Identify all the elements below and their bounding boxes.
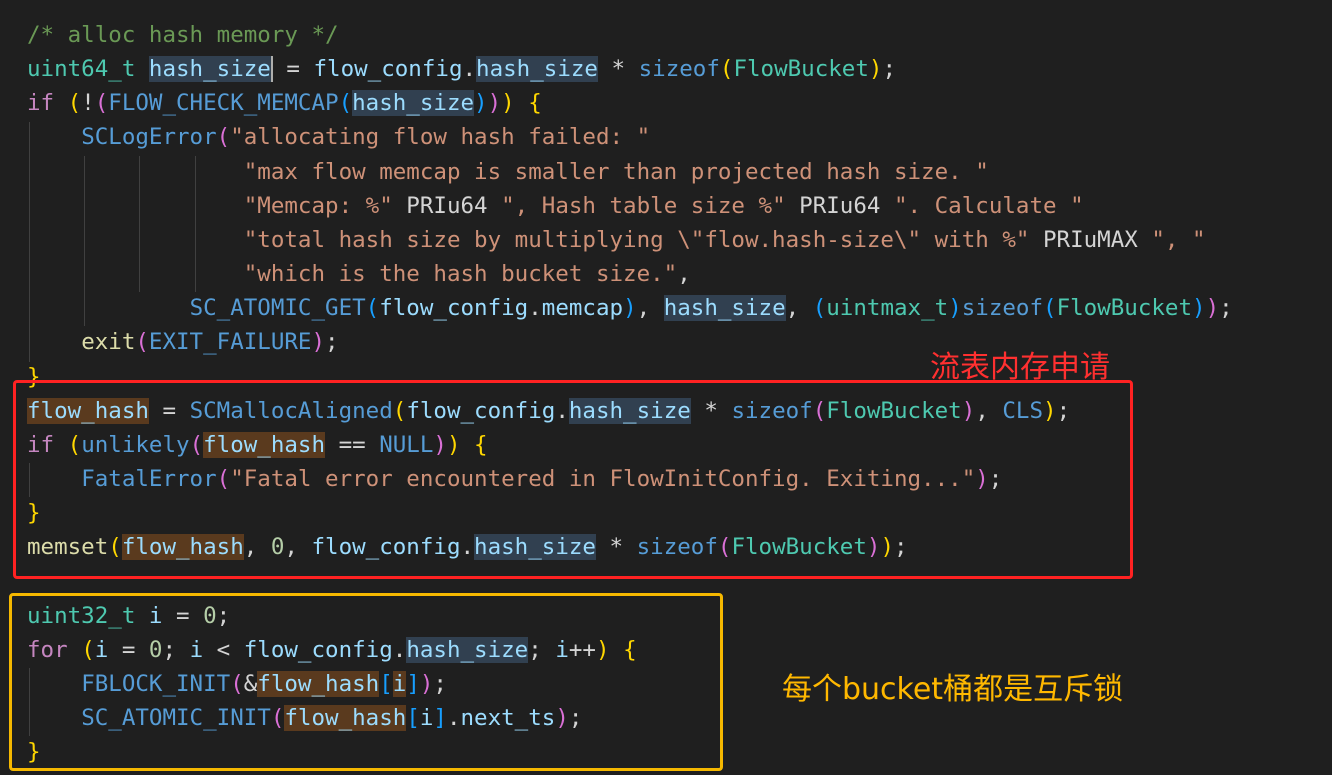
code-token: ( xyxy=(67,90,82,117)
code-token: ) xyxy=(1192,295,1206,322)
code-token: ", Hash table size %" xyxy=(501,192,786,219)
code-token: hash_size xyxy=(476,56,598,83)
code-token: , xyxy=(785,295,813,322)
code-token: ( xyxy=(1043,295,1057,322)
code-token: FlowBucket xyxy=(733,56,869,83)
code-line[interactable]: exit(EXIT_FAILURE); xyxy=(27,325,339,359)
code-token: ! xyxy=(81,90,95,117)
code-token: hash_size xyxy=(148,56,273,83)
code-token: ". Calculate " xyxy=(894,192,1084,219)
code-token: ) xyxy=(311,329,326,356)
indent-guide xyxy=(139,156,140,292)
code-token: uintmax_t xyxy=(826,295,949,322)
code-token: FlowBucket xyxy=(1056,295,1193,322)
flow-table-alloc-annotation: 流表内存申请 xyxy=(930,350,1110,385)
code-token: = xyxy=(272,56,314,83)
code-token: ; xyxy=(882,56,896,83)
code-line[interactable]: SCLogError("allocating flow hash failed:… xyxy=(27,120,650,154)
code-token: ( xyxy=(216,124,231,151)
code-line[interactable]: uint64_t hash_size = flow_config.hash_si… xyxy=(27,52,896,86)
code-line[interactable]: "which is the hash bucket size.", xyxy=(27,257,691,291)
indent-guide xyxy=(195,156,196,292)
code-token: ( xyxy=(135,329,149,356)
code-token: ( xyxy=(812,295,827,322)
code-token: ( xyxy=(365,295,380,322)
code-token: ) xyxy=(868,56,883,83)
code-token: , xyxy=(677,261,691,288)
code-token: sizeof xyxy=(961,295,1044,322)
code-token: /* alloc hash memory */ xyxy=(27,22,339,48)
code-token: "which is the hash bucket size." xyxy=(243,261,678,288)
bucket-lock-highlight-box xyxy=(9,593,723,771)
code-line[interactable]: "max flow memcap is smaller than project… xyxy=(27,155,989,189)
code-token: . xyxy=(528,295,542,322)
code-token: hash_size xyxy=(352,90,475,117)
code-token: ", " xyxy=(1151,226,1206,253)
code-token: EXIT_FAILURE xyxy=(148,329,312,356)
code-token: ) xyxy=(487,90,502,117)
code-editor[interactable]: /* alloc hash memory */ uint64_t hash_siz… xyxy=(0,0,1332,775)
code-line[interactable]: /* alloc hash memory */ xyxy=(27,18,339,52)
code-token: , xyxy=(636,295,664,322)
code-token: "Memcap: %" xyxy=(243,192,393,219)
code-token: * xyxy=(597,56,639,83)
code-token: "max flow memcap is smaller than project… xyxy=(243,158,989,185)
code-token: sizeof xyxy=(638,56,720,83)
code-token: uint64_t xyxy=(27,56,136,83)
code-token: SCLogError xyxy=(81,124,217,151)
code-token: ) xyxy=(948,295,962,322)
code-token: flow_config xyxy=(313,56,463,83)
code-token: FLOW_CHECK_MEMCAP xyxy=(108,90,339,117)
code-token: memcap xyxy=(541,295,624,322)
indent-guide xyxy=(84,156,85,326)
code-token: . xyxy=(462,56,477,83)
bucket-lock-annotation: 每个bucket桶都是互斥锁 xyxy=(782,672,1124,707)
code-token: ; xyxy=(1219,295,1233,322)
code-token: ) xyxy=(501,90,515,117)
code-token: ( xyxy=(94,90,109,117)
code-token: ) xyxy=(1205,295,1220,322)
code-token: if xyxy=(27,90,55,117)
code-token: ) xyxy=(474,90,488,117)
code-token: SC_ATOMIC_GET xyxy=(189,295,366,322)
code-token: { xyxy=(528,90,542,117)
code-line[interactable]: if (!(FLOW_CHECK_MEMCAP(hash_size))) { xyxy=(27,86,542,120)
flow-table-alloc-highlight-box xyxy=(13,380,1133,579)
indent-guide xyxy=(29,122,30,362)
code-token: ( xyxy=(338,90,353,117)
code-line[interactable]: "total hash size by multiplying \"flow.h… xyxy=(27,223,1206,257)
code-token: "total hash size by multiplying \"flow.h… xyxy=(243,226,1030,253)
code-token: PRIuMAX xyxy=(1029,226,1152,253)
code-token: flow_config xyxy=(379,295,529,322)
code-line[interactable]: "Memcap: %" PRIu64 ", Hash table size %"… xyxy=(27,189,1084,223)
code-token: hash_size xyxy=(663,295,786,322)
code-token: ( xyxy=(719,56,734,83)
code-token: PRIu64 xyxy=(785,192,894,219)
code-token: exit xyxy=(81,329,136,356)
code-line[interactable]: SC_ATOMIC_GET(flow_config.memcap), hash_… xyxy=(27,291,1233,325)
code-token: PRIu64 xyxy=(392,192,502,219)
code-token: "allocating flow hash failed: " xyxy=(230,124,651,151)
code-token: ) xyxy=(623,295,637,322)
code-token: ; xyxy=(325,329,339,356)
